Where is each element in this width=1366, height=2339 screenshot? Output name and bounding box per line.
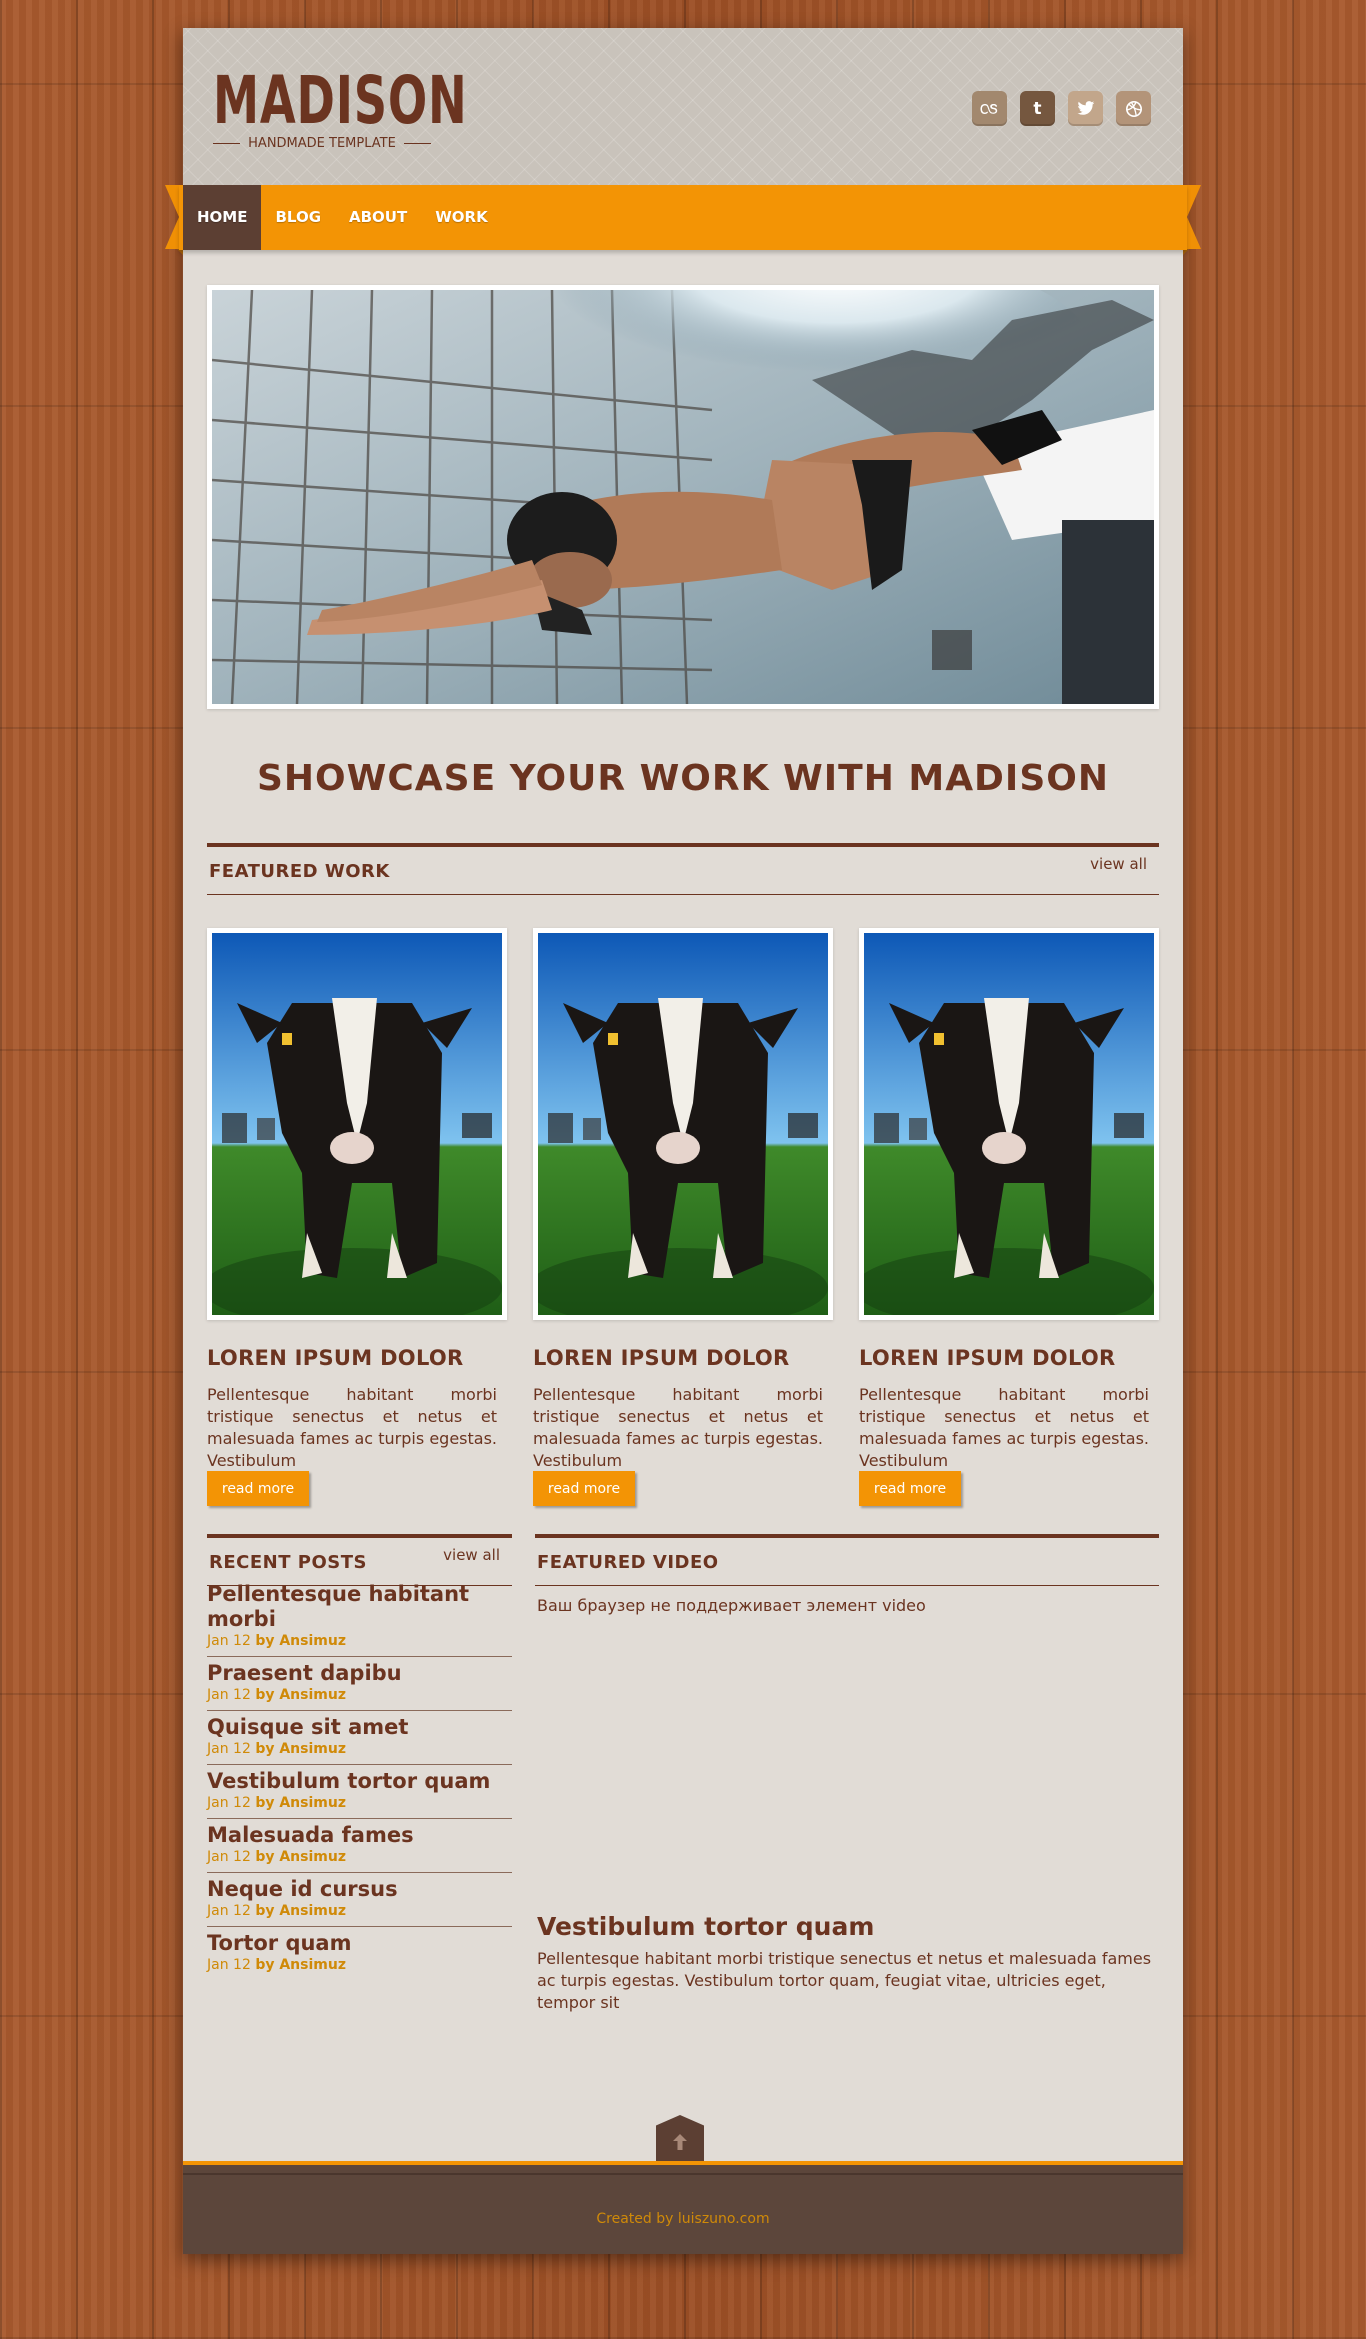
work-card-title-3: LOREN IPSUM DOLOR [859,1346,1116,1370]
logo-title: MADISON [213,62,468,139]
post-author-link[interactable]: by Ansimuz [255,1633,346,1649]
nav-item-home[interactable]: HOME [183,185,262,250]
post-meta: Jan 12 by Ansimuz [207,1794,512,1812]
work-card-text-2: Pellentesque habitant morbi tristique se… [533,1385,823,1470]
ribbon-tail-left [165,185,179,249]
post-author-link[interactable]: by Ansimuz [255,1687,346,1703]
post-meta: Jan 12 by Ansimuz [207,1686,512,1704]
video-title: Vestibulum tortor quam [537,1912,875,1941]
post-author-link[interactable]: by Ansimuz [255,1903,346,1919]
post-title-link[interactable]: Quisque sit amet [207,1715,512,1740]
post-date: Jan 12 [207,1903,251,1919]
post-title-link[interactable]: Praesent dapibu [207,1661,512,1686]
post-date: Jan 12 [207,1687,251,1703]
recent-posts-list: Pellentesque habitant morbi Jan 12 by An… [207,1578,512,1980]
work-card-image-1[interactable] [202,928,507,1328]
lastfm-icon[interactable] [972,91,1007,126]
work-card-title-1: LOREN IPSUM DOLOR [207,1346,464,1370]
post-date: Jan 12 [207,1795,251,1811]
list-item: Neque id cursus Jan 12 by Ansimuz [207,1873,512,1927]
list-item: Vestibulum tortor quam Jan 12 by Ansimuz [207,1765,512,1819]
cow-photo-3 [854,933,1154,1328]
featured-video-header: FEATURED VIDEO [535,1534,1159,1586]
recent-posts-view-all-link[interactable]: view all [443,1546,500,1564]
back-to-top-button[interactable] [656,2115,704,2163]
nav-item-work[interactable]: WORK [421,185,501,250]
ribbon-tail-right [1187,185,1201,249]
logo-divider-right [403,143,431,144]
video-description: Pellentesque habitant morbi tristique se… [537,1949,1152,2012]
work-card-image-3[interactable] [854,928,1159,1328]
recent-posts-title: RECENT POSTS [209,1552,367,1573]
work-card-title-2: LOREN IPSUM DOLOR [533,1346,790,1370]
post-title-link[interactable]: Pellentesque habitant morbi [207,1582,512,1632]
post-meta: Jan 12 by Ansimuz [207,1848,512,1866]
arrow-up-icon [673,2134,687,2150]
list-item: Tortor quam Jan 12 by Ansimuz [207,1927,512,1980]
post-meta: Jan 12 by Ansimuz [207,1902,512,1920]
video-unsupported-message: Ваш браузер не поддерживает элемент vide… [537,1596,926,1615]
post-meta: Jan 12 by Ansimuz [207,1740,512,1758]
tumblr-icon[interactable]: t [1020,91,1055,126]
site-logo[interactable]: MADISON HANDMADE TEMPLATE [213,62,468,151]
post-date: Jan 12 [207,1957,251,1973]
hero-slider-image[interactable] [207,285,1159,709]
read-more-button-2[interactable]: read more [533,1471,635,1506]
footer-divider [183,2173,1183,2175]
showcase-heading: SHOWCASE YOUR WORK WITH MADISON [257,758,1109,799]
dribbble-icon[interactable] [1116,91,1151,126]
post-meta: Jan 12 by Ansimuz [207,1632,512,1650]
read-more-button-1[interactable]: read more [207,1471,309,1506]
cow-photo-2 [528,933,828,1328]
main-nav: HOME BLOG ABOUT WORK [179,185,1187,250]
featured-work-view-all-link[interactable]: view all [1090,855,1147,873]
site-header: MADISON HANDMADE TEMPLATE t [183,28,1183,185]
list-item: Praesent dapibu Jan 12 by Ansimuz [207,1657,512,1711]
site-footer: Created by luiszuno.com [183,2161,1183,2254]
post-title-link[interactable]: Neque id cursus [207,1877,512,1902]
post-author-link[interactable]: by Ansimuz [255,1741,346,1757]
nav-item-about[interactable]: ABOUT [335,185,421,250]
page-container: MADISON HANDMADE TEMPLATE t HOME BLOG AB… [165,28,1201,2254]
post-title-link[interactable]: Tortor quam [207,1931,512,1956]
list-item: Quisque sit amet Jan 12 by Ansimuz [207,1711,512,1765]
work-card-text-3: Pellentesque habitant morbi tristique se… [859,1385,1149,1470]
featured-video-title: FEATURED VIDEO [537,1552,719,1573]
post-date: Jan 12 [207,1849,251,1865]
featured-work-title: FEATURED WORK [209,861,390,882]
hero-photo-swimmer [212,290,1154,704]
work-card-image-2[interactable] [528,928,833,1328]
work-card-text-1: Pellentesque habitant morbi tristique se… [207,1385,497,1470]
post-meta: Jan 12 by Ansimuz [207,1956,512,1974]
post-date: Jan 12 [207,1741,251,1757]
list-item: Pellentesque habitant morbi Jan 12 by An… [207,1578,512,1657]
list-item: Malesuada fames Jan 12 by Ansimuz [207,1819,512,1873]
post-author-link[interactable]: by Ansimuz [255,1795,346,1811]
read-more-button-3[interactable]: read more [859,1471,961,1506]
post-author-link[interactable]: by Ansimuz [255,1957,346,1973]
post-author-link[interactable]: by Ansimuz [255,1849,346,1865]
post-date: Jan 12 [207,1633,251,1649]
featured-work-header: FEATURED WORK view all [207,843,1159,895]
logo-divider-left [213,143,241,144]
post-title-link[interactable]: Malesuada fames [207,1823,512,1848]
main-nav-ribbon: HOME BLOG ABOUT WORK [165,185,1201,255]
cow-photo-1 [202,933,502,1328]
post-title-link[interactable]: Vestibulum tortor quam [207,1769,512,1794]
social-links: t [972,91,1151,126]
tumblr-glyph: t [1033,98,1042,119]
footer-credit-link[interactable]: Created by luiszuno.com [183,2211,1183,2227]
twitter-icon[interactable] [1068,91,1103,126]
nav-item-blog[interactable]: BLOG [261,185,335,250]
